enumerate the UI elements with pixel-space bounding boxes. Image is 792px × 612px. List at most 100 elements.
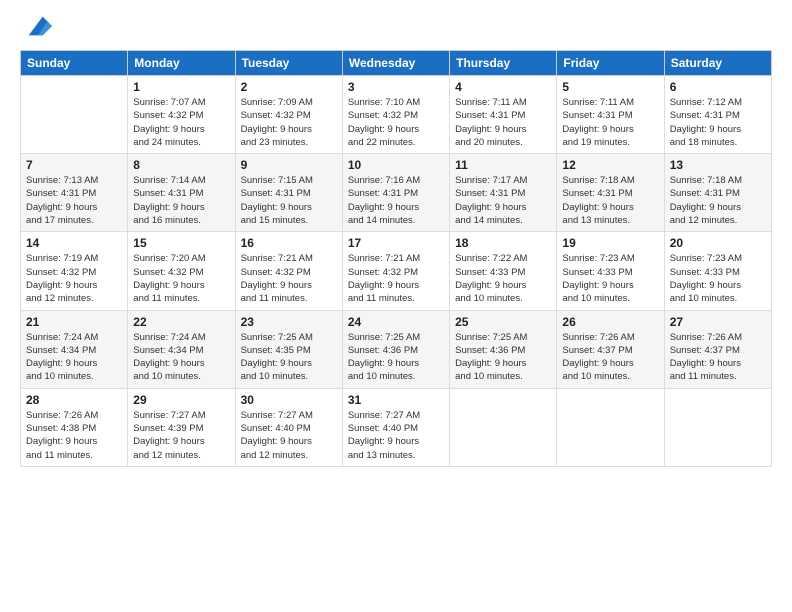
day-info: Sunrise: 7:25 AMSunset: 4:35 PMDaylight:… [241,331,337,384]
calendar-cell [21,76,128,154]
day-info: Sunrise: 7:12 AMSunset: 4:31 PMDaylight:… [670,96,766,149]
calendar-cell [450,388,557,466]
calendar-cell: 2 Sunrise: 7:09 AMSunset: 4:32 PMDaylight… [235,76,342,154]
day-number: 12 [562,158,658,172]
day-number: 17 [348,236,444,250]
calendar-cell: 6 Sunrise: 7:12 AMSunset: 4:31 PMDaylight… [664,76,771,154]
day-number: 29 [133,393,229,407]
day-number: 18 [455,236,551,250]
calendar: SundayMondayTuesdayWednesdayThursdayFrid… [20,50,772,467]
day-info: Sunrise: 7:26 AMSunset: 4:38 PMDaylight:… [26,409,122,462]
calendar-cell: 17 Sunrise: 7:21 AMSunset: 4:32 PMDayligh… [342,232,449,310]
day-info: Sunrise: 7:27 AMSunset: 4:40 PMDaylight:… [241,409,337,462]
calendar-cell: 5 Sunrise: 7:11 AMSunset: 4:31 PMDaylight… [557,76,664,154]
day-info: Sunrise: 7:11 AMSunset: 4:31 PMDaylight:… [562,96,658,149]
day-info: Sunrise: 7:16 AMSunset: 4:31 PMDaylight:… [348,174,444,227]
day-number: 31 [348,393,444,407]
weekday-header: Sunday [21,51,128,76]
calendar-cell: 16 Sunrise: 7:21 AMSunset: 4:32 PMDayligh… [235,232,342,310]
day-info: Sunrise: 7:21 AMSunset: 4:32 PMDaylight:… [348,252,444,305]
day-info: Sunrise: 7:20 AMSunset: 4:32 PMDaylight:… [133,252,229,305]
calendar-cell: 29 Sunrise: 7:27 AMSunset: 4:39 PMDayligh… [128,388,235,466]
weekday-header: Wednesday [342,51,449,76]
day-info: Sunrise: 7:19 AMSunset: 4:32 PMDaylight:… [26,252,122,305]
day-number: 19 [562,236,658,250]
day-number: 16 [241,236,337,250]
day-number: 26 [562,315,658,329]
day-number: 30 [241,393,337,407]
day-number: 13 [670,158,766,172]
weekday-header: Monday [128,51,235,76]
logo [20,16,52,40]
calendar-cell: 27 Sunrise: 7:26 AMSunset: 4:37 PMDayligh… [664,310,771,388]
day-number: 24 [348,315,444,329]
day-number: 4 [455,80,551,94]
calendar-cell: 12 Sunrise: 7:18 AMSunset: 4:31 PMDayligh… [557,154,664,232]
calendar-cell: 31 Sunrise: 7:27 AMSunset: 4:40 PMDayligh… [342,388,449,466]
day-info: Sunrise: 7:25 AMSunset: 4:36 PMDaylight:… [348,331,444,384]
day-info: Sunrise: 7:10 AMSunset: 4:32 PMDaylight:… [348,96,444,149]
calendar-cell: 18 Sunrise: 7:22 AMSunset: 4:33 PMDayligh… [450,232,557,310]
day-number: 6 [670,80,766,94]
day-number: 7 [26,158,122,172]
calendar-cell: 14 Sunrise: 7:19 AMSunset: 4:32 PMDayligh… [21,232,128,310]
calendar-cell: 21 Sunrise: 7:24 AMSunset: 4:34 PMDayligh… [21,310,128,388]
day-info: Sunrise: 7:26 AMSunset: 4:37 PMDaylight:… [670,331,766,384]
calendar-cell: 28Sunrise: 7:26 AMSunset: 4:38 PMDayligh… [21,388,128,466]
calendar-cell: 13 Sunrise: 7:18 AMSunset: 4:31 PMDayligh… [664,154,771,232]
calendar-cell: 10 Sunrise: 7:16 AMSunset: 4:31 PMDayligh… [342,154,449,232]
day-info: Sunrise: 7:09 AMSunset: 4:32 PMDaylight:… [241,96,337,149]
header [20,16,772,40]
calendar-cell: 20 Sunrise: 7:23 AMSunset: 4:33 PMDayligh… [664,232,771,310]
day-info: Sunrise: 7:24 AMSunset: 4:34 PMDaylight:… [26,331,122,384]
calendar-cell: 3 Sunrise: 7:10 AMSunset: 4:32 PMDaylight… [342,76,449,154]
day-info: Sunrise: 7:17 AMSunset: 4:31 PMDaylight:… [455,174,551,227]
calendar-cell: 8Sunrise: 7:14 AMSunset: 4:31 PMDaylight… [128,154,235,232]
calendar-cell: 19 Sunrise: 7:23 AMSunset: 4:33 PMDayligh… [557,232,664,310]
day-number: 2 [241,80,337,94]
calendar-cell: 23Sunrise: 7:25 AMSunset: 4:35 PMDayligh… [235,310,342,388]
day-info: Sunrise: 7:26 AMSunset: 4:37 PMDaylight:… [562,331,658,384]
day-number: 8 [133,158,229,172]
logo-icon [24,12,52,40]
day-info: Sunrise: 7:27 AMSunset: 4:40 PMDaylight:… [348,409,444,462]
calendar-cell: 24 Sunrise: 7:25 AMSunset: 4:36 PMDayligh… [342,310,449,388]
calendar-cell [557,388,664,466]
day-number: 5 [562,80,658,94]
day-number: 11 [455,158,551,172]
calendar-cell: 30 Sunrise: 7:27 AMSunset: 4:40 PMDayligh… [235,388,342,466]
calendar-cell [664,388,771,466]
day-info: Sunrise: 7:23 AMSunset: 4:33 PMDaylight:… [670,252,766,305]
weekday-header: Tuesday [235,51,342,76]
day-info: Sunrise: 7:07 AMSunset: 4:32 PMDaylight:… [133,96,229,149]
page: SundayMondayTuesdayWednesdayThursdayFrid… [0,0,792,612]
day-info: Sunrise: 7:24 AMSunset: 4:34 PMDaylight:… [133,331,229,384]
day-number: 27 [670,315,766,329]
day-info: Sunrise: 7:21 AMSunset: 4:32 PMDaylight:… [241,252,337,305]
calendar-cell: 26 Sunrise: 7:26 AMSunset: 4:37 PMDayligh… [557,310,664,388]
calendar-cell: 1 Sunrise: 7:07 AMSunset: 4:32 PMDaylight… [128,76,235,154]
day-number: 3 [348,80,444,94]
day-number: 15 [133,236,229,250]
calendar-cell: 25Sunrise: 7:25 AMSunset: 4:36 PMDayligh… [450,310,557,388]
day-info: Sunrise: 7:27 AMSunset: 4:39 PMDaylight:… [133,409,229,462]
day-number: 10 [348,158,444,172]
day-info: Sunrise: 7:13 AMSunset: 4:31 PMDaylight:… [26,174,122,227]
day-number: 22 [133,315,229,329]
day-number: 1 [133,80,229,94]
day-info: Sunrise: 7:22 AMSunset: 4:33 PMDaylight:… [455,252,551,305]
day-info: Sunrise: 7:18 AMSunset: 4:31 PMDaylight:… [670,174,766,227]
day-number: 9 [241,158,337,172]
weekday-header: Saturday [664,51,771,76]
day-info: Sunrise: 7:25 AMSunset: 4:36 PMDaylight:… [455,331,551,384]
calendar-cell: 7 Sunrise: 7:13 AMSunset: 4:31 PMDaylight… [21,154,128,232]
calendar-cell: 4 Sunrise: 7:11 AMSunset: 4:31 PMDaylight… [450,76,557,154]
day-info: Sunrise: 7:23 AMSunset: 4:33 PMDaylight:… [562,252,658,305]
day-number: 21 [26,315,122,329]
day-info: Sunrise: 7:11 AMSunset: 4:31 PMDaylight:… [455,96,551,149]
day-info: Sunrise: 7:15 AMSunset: 4:31 PMDaylight:… [241,174,337,227]
day-number: 20 [670,236,766,250]
calendar-cell: 22 Sunrise: 7:24 AMSunset: 4:34 PMDayligh… [128,310,235,388]
day-number: 14 [26,236,122,250]
day-info: Sunrise: 7:18 AMSunset: 4:31 PMDaylight:… [562,174,658,227]
